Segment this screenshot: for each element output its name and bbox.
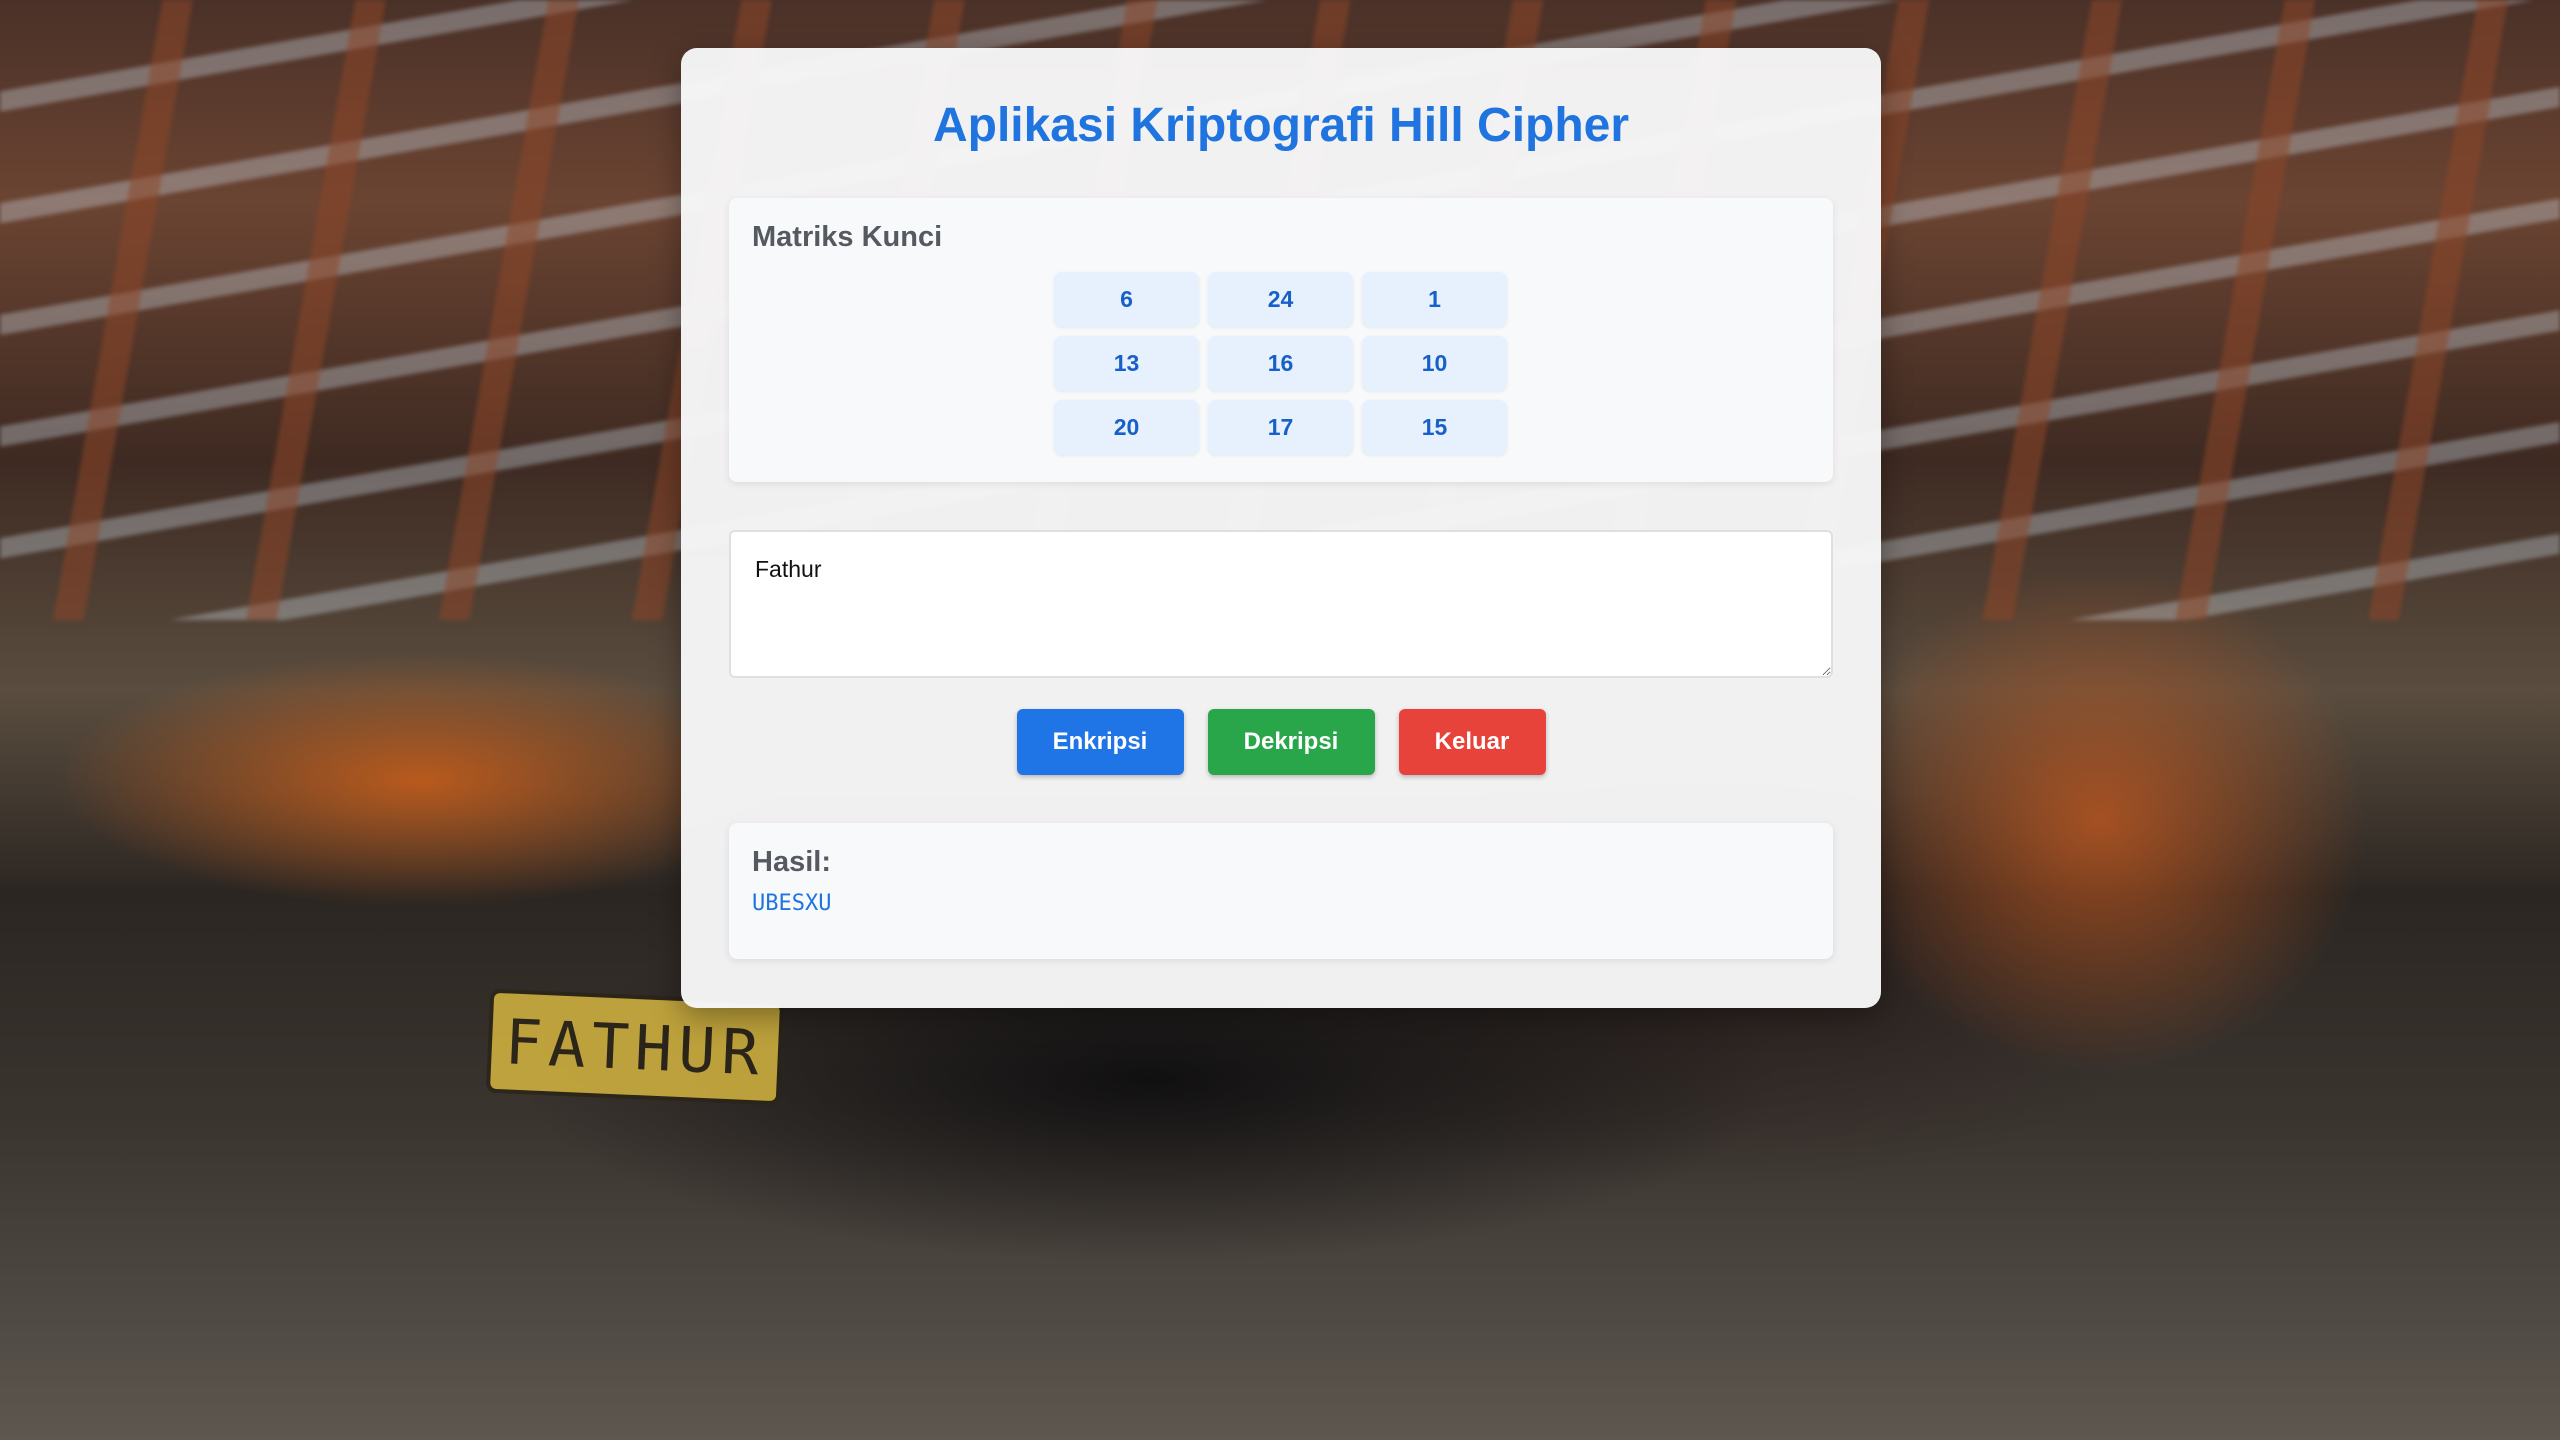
key-matrix-section: Matriks Kunci 6 24 1 13 16 10 20 17 15 [729,198,1833,482]
matrix-cell: 17 [1208,400,1353,455]
key-matrix-label: Matriks Kunci [752,221,943,253]
decrypt-button[interactable]: Dekripsi [1207,709,1375,775]
exit-button[interactable]: Keluar [1398,709,1546,775]
matrix-cell: 10 [1362,336,1507,391]
action-buttons: Enkripsi Dekripsi Keluar [729,709,1833,775]
key-matrix-grid: 6 24 1 13 16 10 20 17 15 [1054,272,1508,455]
encrypt-button[interactable]: Enkripsi [1016,709,1184,775]
matrix-cell: 13 [1054,336,1199,391]
matrix-cell: 24 [1208,272,1353,327]
matrix-cell: 15 [1362,400,1507,455]
message-input-wrapper: Fathur [729,530,1833,678]
message-textarea[interactable]: Fathur [729,530,1833,678]
matrix-cell: 20 [1054,400,1199,455]
page-title: Aplikasi Kriptografi Hill Cipher [932,99,1630,152]
matrix-cell: 6 [1054,272,1199,327]
app-card: Aplikasi Kriptografi Hill Cipher Matriks… [681,48,1881,1008]
result-section: Hasil: UBESXU [729,823,1833,959]
result-value: UBESXU [752,891,832,916]
result-label: Hasil: [752,846,831,878]
matrix-cell: 1 [1362,272,1507,327]
matrix-cell: 16 [1208,336,1353,391]
